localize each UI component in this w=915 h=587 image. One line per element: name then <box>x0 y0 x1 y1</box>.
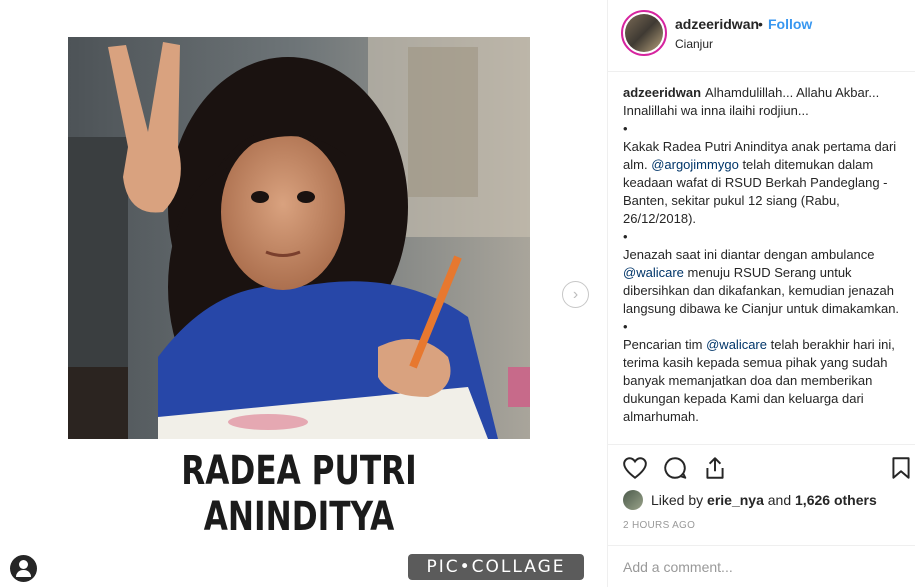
post-caption: adzeeridwan Alhamdulillah... Allahu Akbar… <box>623 84 900 426</box>
caption-line: Pencarian tim <box>623 337 703 352</box>
post-actions <box>608 444 915 490</box>
caption-bullet: • <box>623 229 628 244</box>
comment-bubble-icon[interactable] <box>662 455 688 481</box>
post-photo[interactable] <box>68 37 530 439</box>
comment-input[interactable] <box>623 556 903 578</box>
user-tag-icon[interactable] <box>10 555 37 582</box>
liker-username[interactable]: erie_nya <box>707 492 764 508</box>
post-side-panel: adzeeridwan • Follow Cianjur adzeeridwan… <box>608 0 915 587</box>
caption-line: Alhamdulillah... Allahu Akbar... <box>705 85 880 100</box>
location-link[interactable]: Cianjur <box>675 37 713 51</box>
caption-bullet: • <box>623 319 628 334</box>
follow-button[interactable]: Follow <box>768 16 812 32</box>
post-header: adzeeridwan • Follow Cianjur <box>608 0 915 72</box>
caption-bullet: • <box>623 121 628 136</box>
heart-icon[interactable] <box>622 455 648 481</box>
caption-line: Jenazah saat ini diantar dengan ambulanc… <box>623 247 875 262</box>
liker-avatar[interactable] <box>623 490 643 510</box>
post-media: RADEA PUTRI ANINDITYA › PIC•COLLAGE <box>0 0 608 587</box>
piccollage-watermark: PIC•COLLAGE <box>408 554 584 580</box>
bookmark-icon[interactable] <box>888 455 914 481</box>
caption-username[interactable]: adzeeridwan <box>623 85 701 100</box>
photo-title-text: RADEA PUTRI ANINDITYA <box>181 448 417 540</box>
mention-link[interactable]: @walicare <box>623 265 684 280</box>
mention-link[interactable]: @walicare <box>706 337 767 352</box>
caption-line: Innalillahi wa inna ilaihi rodjiun... <box>623 103 809 118</box>
comment-box <box>608 545 915 587</box>
post-timestamp[interactable]: 2 HOURS AGO <box>623 520 695 531</box>
mention-link[interactable]: @argojimmygo <box>651 157 739 172</box>
header-username[interactable]: adzeeridwan <box>675 16 759 32</box>
chevron-right-icon[interactable]: › <box>562 281 589 308</box>
header-separator: • <box>758 16 763 32</box>
share-icon[interactable] <box>702 455 728 481</box>
likes-count-link[interactable]: 1,626 others <box>795 492 877 508</box>
caption-area: adzeeridwan Alhamdulillah... Allahu Akbar… <box>608 72 915 444</box>
avatar[interactable] <box>621 10 667 56</box>
likes-text: Liked by erie_nya and 1,626 others <box>651 492 877 508</box>
girl-photo-image <box>68 37 530 439</box>
likes-summary: Liked by erie_nya and 1,626 others <box>623 488 877 512</box>
